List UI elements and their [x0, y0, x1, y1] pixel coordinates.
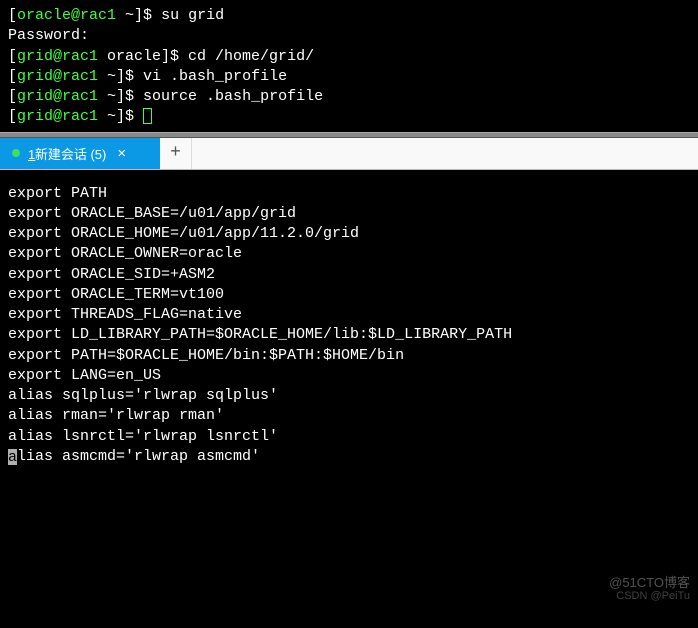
terminal-top[interactable]: [oracle@rac1 ~]$ su grid Password: [grid…: [0, 0, 698, 132]
editor-line: export PATH: [8, 184, 690, 204]
prompt-userhost: grid@rac1: [17, 108, 98, 125]
terminal-line: Password:: [8, 26, 690, 46]
editor-line: alias rman='rlwrap rman': [8, 406, 690, 426]
terminal-line: [grid@rac1 ~]$ vi .bash_profile: [8, 67, 690, 87]
prompt-userhost: grid@rac1: [17, 48, 98, 65]
cursor-icon: [143, 108, 152, 124]
tab-session-1[interactable]: 1 新建会话 (5) ×: [0, 138, 160, 169]
prompt-userhost: oracle@rac1: [17, 7, 116, 24]
editor-line: alias lsnrctl='rlwrap lsnrctl': [8, 427, 690, 447]
terminal-editor[interactable]: export PATH export ORACLE_BASE=/u01/app/…: [0, 170, 698, 610]
editor-line: export ORACLE_OWNER=oracle: [8, 244, 690, 264]
terminal-line: [grid@rac1 oracle]$ cd /home/grid/: [8, 47, 690, 67]
tab-label: 1 新建会话 (5): [28, 144, 106, 163]
terminal-line: [grid@rac1 ~]$ source .bash_profile: [8, 87, 690, 107]
editor-line: export LANG=en_US: [8, 366, 690, 386]
add-tab-button[interactable]: +: [160, 138, 192, 169]
tab-bar: 1 新建会话 (5) × +: [0, 138, 698, 170]
editor-line: export PATH=$ORACLE_HOME/bin:$PATH:$HOME…: [8, 346, 690, 366]
close-tab-button[interactable]: ×: [114, 145, 129, 162]
status-dot-icon: [12, 149, 20, 157]
editor-line: export ORACLE_TERM=vt100: [8, 285, 690, 305]
editor-line-cursor: alias asmcmd='rlwrap asmcmd': [8, 447, 690, 467]
editor-line: export THREADS_FLAG=native: [8, 305, 690, 325]
prompt-bracket: [: [8, 7, 17, 24]
editor-line: export ORACLE_HOME=/u01/app/11.2.0/grid: [8, 224, 690, 244]
terminal-line: [oracle@rac1 ~]$ su grid: [8, 6, 690, 26]
terminal-line: [grid@rac1 ~]$: [8, 107, 690, 127]
prompt-userhost: grid@rac1: [17, 68, 98, 85]
command-text: vi .bash_profile: [143, 68, 287, 85]
editor-line: export ORACLE_SID=+ASM2: [8, 265, 690, 285]
editor-line: alias sqlplus='rlwrap sqlplus': [8, 386, 690, 406]
plus-icon: +: [170, 143, 181, 163]
command-text: source .bash_profile: [143, 88, 323, 105]
cursor-icon: a: [8, 449, 17, 465]
prompt-rest: ~]$: [116, 7, 161, 24]
watermark-text: CSDN @PeiTu: [609, 590, 690, 603]
prompt-userhost: grid@rac1: [17, 88, 98, 105]
editor-line: export LD_LIBRARY_PATH=$ORACLE_HOME/lib:…: [8, 325, 690, 345]
watermark-text: @51CTO博客: [609, 575, 690, 591]
command-text: cd /home/grid/: [188, 48, 314, 65]
watermark: @51CTO博客 CSDN @PeiTu: [609, 575, 690, 604]
command-text: su grid: [161, 7, 224, 24]
editor-line: export ORACLE_BASE=/u01/app/grid: [8, 204, 690, 224]
